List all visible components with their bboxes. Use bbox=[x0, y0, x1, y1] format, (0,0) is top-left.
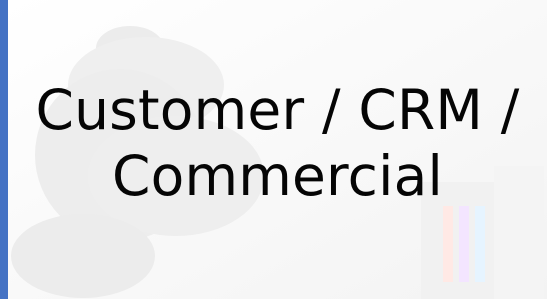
slide-title: Customer / CRM / Commercial bbox=[35, 78, 520, 208]
title-container: Customer / CRM / Commercial bbox=[8, 58, 547, 228]
left-accent-bar bbox=[0, 0, 8, 299]
slide: Customer / CRM / Commercial bbox=[0, 0, 547, 299]
